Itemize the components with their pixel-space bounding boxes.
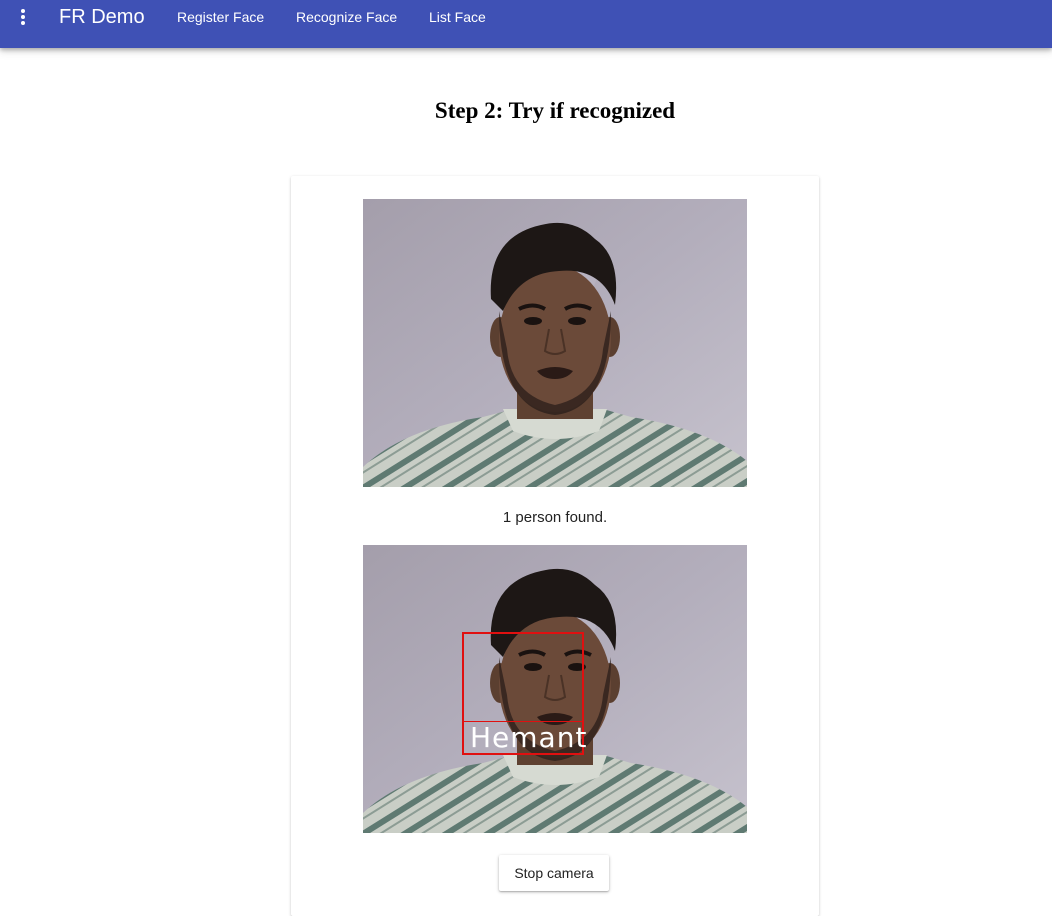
menu-button[interactable]	[10, 5, 36, 31]
nav-register-face[interactable]: Register Face	[177, 8, 264, 26]
face-bounding-box: Hemant	[462, 632, 588, 755]
page-title: Step 2: Try if recognized	[434, 98, 676, 123]
recognition-result: Hemant	[363, 545, 747, 833]
nav-recognize-face[interactable]: Recognize Face	[296, 8, 397, 26]
recognition-card: 1 person found. Hemant Stop camera	[291, 176, 819, 916]
recognized-name-label: Hemant	[470, 721, 588, 754]
stop-camera-button[interactable]: Stop camera	[499, 855, 609, 891]
camera-preview	[363, 199, 747, 487]
nav-list-face[interactable]: List Face	[429, 8, 486, 26]
app-title[interactable]: FR Demo	[59, 5, 145, 29]
recognition-status: 1 person found.	[502, 509, 608, 526]
webcam-frame-image	[363, 199, 747, 487]
top-toolbar: FR Demo Register Face Recognize Face Lis…	[0, 0, 1052, 48]
